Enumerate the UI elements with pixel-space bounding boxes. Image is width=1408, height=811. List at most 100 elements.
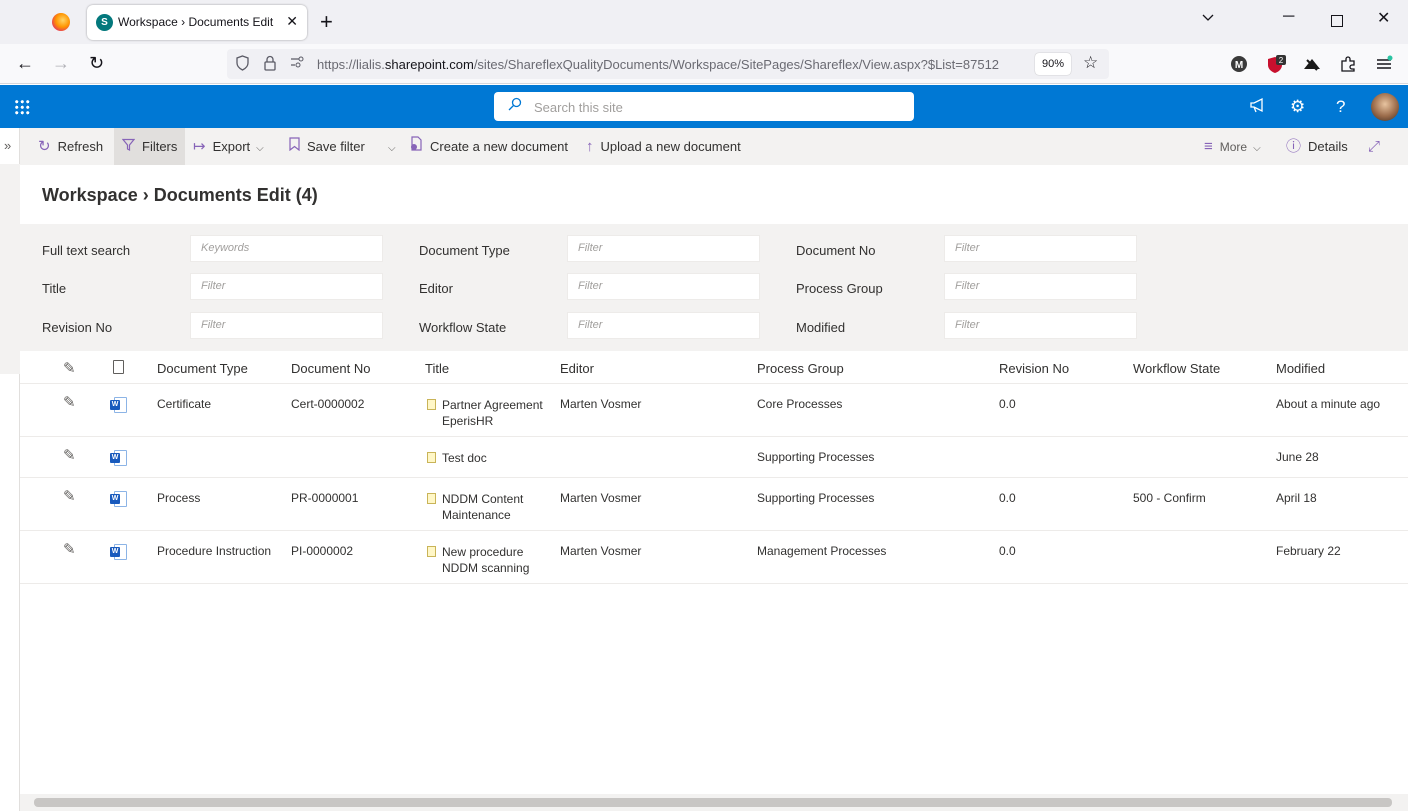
app-launcher-waffle-icon[interactable] <box>14 99 30 115</box>
title-link[interactable]: Partner Agreement EperisHR <box>442 397 562 429</box>
reload-icon[interactable]: ↻ <box>89 53 104 74</box>
word-document-icon[interactable]: W <box>110 397 127 413</box>
title-link[interactable]: New procedure NDDM scanning <box>442 544 562 576</box>
tab-close-icon[interactable]: ✕ <box>286 13 298 30</box>
process-group-filter-input[interactable]: Filter <box>944 273 1137 300</box>
search-icon <box>508 97 522 114</box>
extension-m-icon[interactable]: M <box>1230 55 1248 73</box>
edit-pencil-icon[interactable]: ✎ <box>63 540 76 558</box>
full-text-search-label: Full text search <box>42 243 131 258</box>
close-window-button[interactable]: ✕ <box>1377 8 1390 28</box>
details-button[interactable]: ⓘ Details <box>1286 128 1348 165</box>
horizontal-scrollbar[interactable] <box>20 794 1408 811</box>
back-arrow-icon[interactable]: ← <box>16 53 34 74</box>
cell-modified: February 22 <box>1276 544 1341 558</box>
refresh-button[interactable]: ↻ Refresh <box>38 128 103 165</box>
chevron-down-icon: ⌵ <box>1253 143 1261 154</box>
modified-filter-input[interactable]: Filter <box>944 312 1137 339</box>
column-header-title[interactable]: Title <box>425 361 449 376</box>
sharepoint-suite-bar: Search this site ⚙ ? <box>0 85 1408 128</box>
column-header-process-group[interactable]: Process Group <box>757 361 844 376</box>
page-title: Workspace › Documents Edit (4) <box>42 185 318 205</box>
upload-document-button[interactable]: ↑ Upload a new document <box>586 128 741 165</box>
expand-chevron-icon[interactable]: » <box>4 138 11 153</box>
help-icon[interactable]: ? <box>1336 97 1345 117</box>
column-header-document-type[interactable]: Document Type <box>157 361 248 376</box>
cell-document-no: Cert-0000002 <box>291 397 365 411</box>
documents-grid: ✎ Document Type Document No Title Editor… <box>20 351 1408 584</box>
forward-arrow-icon[interactable]: → <box>52 53 70 74</box>
permissions-icon[interactable] <box>289 55 305 72</box>
edit-pencil-icon[interactable]: ✎ <box>63 393 76 411</box>
megaphone-feedback-icon[interactable] <box>1249 97 1267 118</box>
page-icon <box>427 546 436 557</box>
table-row[interactable]: ✎ W Certificate Cert-0000002 Partner Agr… <box>20 384 1408 437</box>
workflow-state-filter-input[interactable]: Filter <box>567 312 760 339</box>
cell-revision-no: 0.0 <box>999 397 1016 411</box>
column-header-document-no[interactable]: Document No <box>291 361 370 376</box>
menu-hamburger-icon[interactable] <box>1375 55 1393 73</box>
settings-gear-icon[interactable]: ⚙ <box>1290 97 1305 117</box>
extensions-puzzle-icon[interactable] <box>1339 55 1357 73</box>
site-search-box[interactable]: Search this site <box>494 92 914 121</box>
command-bar: ↻ Refresh Filters ↦ Export ⌵ Save filter ⌵ … <box>20 128 1408 165</box>
bookmark-icon <box>289 137 300 155</box>
title-filter-input[interactable]: Filter <box>190 273 383 300</box>
ublock-shield-icon[interactable]: 2 <box>1266 55 1286 73</box>
filters-label: Filters <box>142 139 178 154</box>
user-avatar[interactable] <box>1371 93 1399 121</box>
page-icon <box>427 493 436 504</box>
table-row[interactable]: ✎ W Procedure Instruction PI-0000002 New… <box>20 531 1408 584</box>
column-header-workflow-state[interactable]: Workflow State <box>1133 361 1220 376</box>
sharepoint-favicon-icon: S <box>96 14 113 31</box>
word-document-icon[interactable]: W <box>110 491 127 507</box>
word-document-icon[interactable]: W <box>110 544 127 560</box>
title-link[interactable]: NDDM Content Maintenance <box>442 491 562 523</box>
save-filter-button[interactable]: Save filter <box>289 128 365 165</box>
editor-filter-input[interactable]: Filter <box>567 273 760 300</box>
filters-button[interactable]: Filters <box>114 128 186 165</box>
zoom-level[interactable]: 90% <box>1035 53 1071 75</box>
shield-icon[interactable] <box>235 55 250 74</box>
details-label: Details <box>1308 139 1348 154</box>
tab-list-chevron-icon[interactable] <box>1201 10 1215 29</box>
create-document-button[interactable]: Create a new document <box>410 128 568 165</box>
document-no-filter-input[interactable]: Filter <box>944 235 1137 262</box>
refresh-icon: ↻ <box>38 138 51 155</box>
revision-no-filter-input[interactable]: Filter <box>190 312 383 339</box>
document-type-filter-input[interactable]: Filter <box>567 235 760 262</box>
save-filter-dropdown[interactable]: ⌵ <box>382 128 396 165</box>
page-icon <box>427 399 436 410</box>
cell-revision-no: 0.0 <box>999 544 1016 558</box>
column-header-editor[interactable]: Editor <box>560 361 594 376</box>
firefox-icon[interactable] <box>52 13 70 31</box>
title-link[interactable]: Test doc <box>442 450 562 466</box>
browser-tab[interactable]: S Workspace › Documents Edit ✕ <box>87 5 307 40</box>
edit-pencil-icon[interactable]: ✎ <box>63 487 76 505</box>
lock-icon[interactable] <box>263 55 277 74</box>
column-header-modified[interactable]: Modified <box>1276 361 1325 376</box>
browser-nav-bar: ← → ↻ https://lialis.sharepoint.com/site… <box>0 44 1408 84</box>
new-document-icon <box>410 136 423 155</box>
editor-filter-label: Editor <box>419 281 453 296</box>
new-tab-button[interactable]: + <box>320 9 333 35</box>
cell-document-type: Process <box>157 491 201 505</box>
word-document-icon[interactable]: W <box>110 450 127 466</box>
table-row[interactable]: ✎ W Process PR-0000001 NDDM Content Main… <box>20 478 1408 531</box>
extension-tools-icon[interactable] <box>1302 55 1320 73</box>
scrollbar-thumb[interactable] <box>34 798 1392 807</box>
more-button[interactable]: ≡ More ⌵ <box>1204 128 1261 165</box>
page-icon <box>427 452 436 463</box>
minimize-button[interactable]: ─ <box>1283 8 1294 26</box>
full-text-search-input[interactable]: Keywords <box>190 235 383 262</box>
edit-pencil-icon[interactable]: ✎ <box>63 446 76 464</box>
fullscreen-expand-icon[interactable]: ⤢ <box>1368 128 1387 165</box>
bookmark-star-icon[interactable]: ☆ <box>1083 53 1098 73</box>
address-bar[interactable]: https://lialis.sharepoint.com/sites/Shar… <box>227 49 1109 79</box>
title-filter-label: Title <box>42 281 67 296</box>
cell-document-no: PR-0000001 <box>291 491 359 505</box>
maximize-button[interactable] <box>1331 14 1343 32</box>
column-header-revision-no[interactable]: Revision No <box>999 361 1069 376</box>
export-button[interactable]: ↦ Export ⌵ <box>193 128 264 165</box>
table-row[interactable]: ✎ W Test doc Supporting Processes June 2… <box>20 437 1408 478</box>
